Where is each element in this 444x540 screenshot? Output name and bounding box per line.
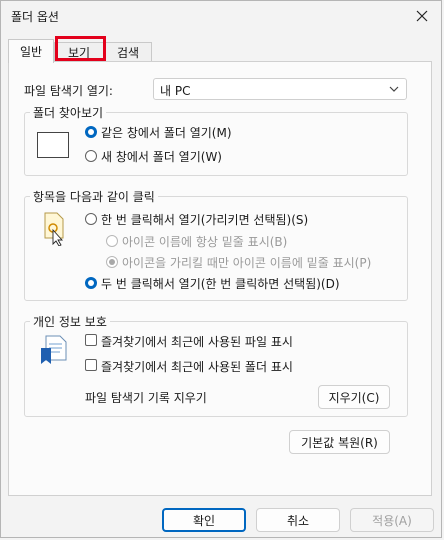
window-title: 폴더 옵션 <box>11 10 59 24</box>
title-bar: 폴더 옵션 <box>1 1 441 33</box>
browse-folders-title: 폴더 찾아보기 <box>30 104 107 121</box>
radio-single-click-label: 한 번 클릭해서 열기(가리키면 선택됨)(S) <box>101 213 309 227</box>
cancel-button-label: 취소 <box>286 513 310 528</box>
cancel-button[interactable]: 취소 <box>256 508 340 532</box>
browse-folders-group <box>24 112 408 176</box>
radio-underline-hover[interactable] <box>106 256 118 268</box>
radio-underline-hover-label: 아이콘을 가리킬 때만 아이콘 이름에 밑줄 표시(P) <box>122 256 372 270</box>
clear-history-button-label: 지우기(C) <box>328 390 380 405</box>
tab-search[interactable]: 검색 <box>104 42 152 63</box>
radio-new-window[interactable] <box>85 150 97 162</box>
radio-double-click[interactable] <box>85 277 97 289</box>
chevron-down-icon <box>389 86 399 92</box>
close-icon <box>416 10 428 22</box>
tab-general[interactable]: 일반 <box>8 39 54 63</box>
highlight-box <box>55 36 106 61</box>
click-items-title: 항목을 다음과 같이 클릭 <box>30 188 158 205</box>
window-preview-icon <box>37 132 69 158</box>
radio-underline-hover-dot <box>109 259 115 265</box>
radio-double-click-label: 두 번 클릭해서 열기(한 번 클릭하면 선택됨)(D) <box>101 277 340 291</box>
checkbox-recent-folders-label: 즐겨찾기에서 최근에 사용된 폴더 표시 <box>101 360 293 374</box>
radio-single-click[interactable] <box>85 213 97 225</box>
explorer-open-value: 내 PC <box>160 84 191 98</box>
radio-same-window[interactable] <box>85 126 97 138</box>
tab-search-label: 검색 <box>116 46 140 60</box>
apply-button[interactable]: 적용(A) <box>350 508 434 532</box>
clear-history-button[interactable]: 지우기(C) <box>318 385 390 409</box>
radio-same-window-label: 같은 창에서 폴더 열기(M) <box>101 126 232 140</box>
explorer-open-select[interactable]: 내 PC <box>153 78 407 100</box>
radio-new-window-label: 새 창에서 폴더 열기(W) <box>101 150 222 164</box>
close-button[interactable] <box>409 5 435 27</box>
privacy-title: 개인 정보 보호 <box>30 313 110 330</box>
radio-underline-always-label: 아이콘 이름에 항상 밑줄 표시(B) <box>122 235 288 249</box>
ok-button[interactable]: 확인 <box>162 508 246 532</box>
privacy-document-icon <box>41 335 67 364</box>
checkbox-recent-files-label: 즐겨찾기에서 최근에 사용된 파일 표시 <box>101 335 293 349</box>
checkbox-recent-folders[interactable] <box>85 359 97 371</box>
restore-defaults-label: 기본값 복원(R) <box>301 435 378 450</box>
apply-button-label: 적용(A) <box>372 513 412 528</box>
tab-general-label: 일반 <box>19 45 43 59</box>
ok-button-label: 확인 <box>192 513 216 528</box>
clear-history-label: 파일 탐색기 기록 지우기 <box>85 391 207 405</box>
radio-underline-always[interactable] <box>106 235 118 247</box>
click-pointer-icon <box>44 212 64 246</box>
checkbox-recent-files[interactable] <box>85 334 97 346</box>
restore-defaults-button[interactable]: 기본값 복원(R) <box>289 430 390 454</box>
explorer-open-label: 파일 탐색기 열기: <box>24 84 113 98</box>
